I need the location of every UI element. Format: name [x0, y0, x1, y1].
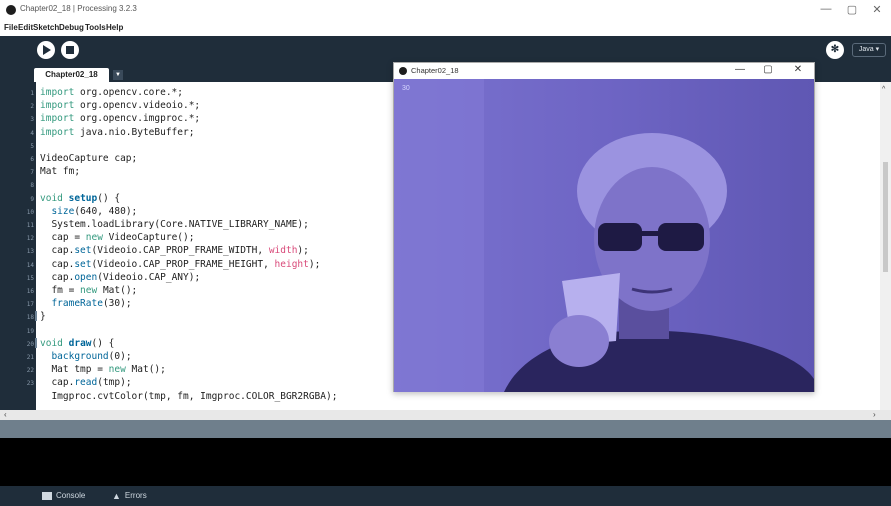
fold-marker: [35, 311, 37, 322]
line-number: 6: [30, 156, 34, 163]
maximize-button[interactable]: ▢: [842, 3, 862, 16]
line-number: 11: [26, 222, 34, 229]
code-line[interactable]: System.loadLibrary(Core.NATIVE_LIBRARY_N…: [40, 219, 308, 230]
line-number: 16: [26, 288, 34, 295]
fold-marker: [35, 337, 37, 348]
menu-edit[interactable]: Edit: [18, 23, 33, 32]
line-number: 13: [26, 248, 34, 256]
sketch-minimize-button[interactable]: —: [732, 64, 748, 75]
menu-tools[interactable]: Tools: [85, 23, 106, 32]
line-number: 14: [26, 261, 34, 269]
code-line[interactable]: cap.open(Videoio.CAP_ANY);: [40, 272, 200, 283]
line-number: 7: [30, 169, 34, 177]
run-button[interactable]: [37, 41, 55, 59]
code-line[interactable]: void setup() {: [40, 193, 120, 204]
line-number: 5: [30, 142, 34, 150]
line-gutter: 1 2 3 4 5 6 7 8 9 10 11 12 13 14 15 16 17 18 19 20 21 22 23: [0, 82, 36, 410]
code-line[interactable]: Mat tmp = new Mat();: [40, 364, 165, 375]
code-line[interactable]: cap.read(tmp);: [40, 377, 131, 388]
code-line[interactable]: frameRate(30);: [40, 298, 131, 309]
scroll-thumb[interactable]: [883, 162, 888, 272]
debug-button[interactable]: ✻: [826, 41, 844, 59]
line-number: 22: [26, 367, 34, 375]
scroll-right-icon[interactable]: ›: [873, 410, 876, 419]
code-line[interactable]: VideoCapture cap;: [40, 153, 137, 164]
line-number: 10: [26, 208, 34, 216]
code-line[interactable]: background(0);: [40, 351, 131, 362]
console-tab[interactable]: Console: [42, 491, 85, 500]
fps-counter: 30: [402, 85, 410, 92]
sketch-window-title: Chapter02_18: [411, 66, 459, 75]
line-number: 2: [30, 103, 34, 111]
mode-selector[interactable]: Java ▾: [852, 43, 886, 57]
processing-app-icon: [6, 5, 16, 15]
line-number: 9: [30, 195, 34, 203]
code-line[interactable]: import org.opencv.imgproc.*;: [40, 113, 200, 124]
menu-bar: File Edit Sketch Debug Tools Help: [0, 22, 891, 36]
processing-app-icon: [399, 67, 407, 75]
minimize-button[interactable]: —: [816, 3, 836, 15]
menu-help[interactable]: Help: [106, 23, 123, 32]
scroll-up-icon[interactable]: ^: [882, 86, 885, 93]
close-button[interactable]: ✕: [867, 3, 887, 16]
code-line[interactable]: import org.opencv.core.*;: [40, 87, 183, 98]
code-line[interactable]: import java.nio.ByteBuffer;: [40, 127, 194, 138]
webcam-canvas: 30: [394, 79, 814, 392]
menu-sketch[interactable]: Sketch: [33, 23, 59, 32]
footer-bar: Console ▲ Errors: [0, 486, 891, 506]
line-number: 1: [30, 90, 34, 97]
line-number: 23: [26, 380, 34, 388]
message-bar: [0, 420, 891, 438]
toolbar: ✻ Java ▾: [0, 36, 891, 64]
code-line[interactable]: fm = new Mat();: [40, 285, 137, 296]
stop-button[interactable]: [61, 41, 79, 59]
warning-icon: ▲: [112, 491, 121, 501]
title-bar: Chapter02_18 | Processing 3.2.3 — ▢ ✕: [0, 0, 891, 22]
line-number: 19: [26, 327, 34, 335]
sketch-close-button[interactable]: ✕: [790, 64, 806, 75]
code-line[interactable]: Mat fm;: [40, 166, 80, 177]
code-line[interactable]: cap = new VideoCapture();: [40, 232, 194, 243]
code-line[interactable]: size(640, 480);: [40, 206, 137, 217]
window-title: Chapter02_18 | Processing 3.2.3: [20, 4, 137, 13]
code-line[interactable]: cap.set(Videoio.CAP_PROP_FRAME_HEIGHT, h…: [40, 259, 320, 270]
errors-tab[interactable]: ▲ Errors: [112, 491, 147, 501]
sketch-title-bar: Chapter02_18 — ▢ ✕: [394, 63, 814, 79]
line-number: 8: [30, 182, 34, 190]
line-number: 21: [26, 354, 34, 361]
vertical-scrollbar[interactable]: ^: [880, 82, 891, 410]
menu-file[interactable]: File: [4, 23, 18, 32]
line-number: 15: [26, 274, 34, 282]
webcam-frame-image: [394, 79, 814, 392]
sketch-maximize-button[interactable]: ▢: [760, 64, 776, 75]
line-number: 18: [26, 314, 34, 322]
code-line[interactable]: cap.set(Videoio.CAP_PROP_FRAME_WIDTH, wi…: [40, 245, 308, 256]
sketch-window[interactable]: Chapter02_18 — ▢ ✕ 30: [393, 62, 815, 392]
horizontal-scrollbar[interactable]: ‹ ›: [0, 410, 891, 420]
console-output[interactable]: [0, 438, 891, 486]
code-line[interactable]: import org.opencv.videoio.*;: [40, 100, 200, 111]
line-number: 3: [30, 116, 34, 124]
tab-chapter02-18[interactable]: Chapter02_18: [34, 68, 109, 82]
code-line[interactable]: }: [40, 311, 46, 322]
line-number: 4: [30, 129, 34, 137]
code-line[interactable]: Imgproc.cvtColor(tmp, fm, Imgproc.COLOR_…: [40, 391, 337, 402]
scroll-left-icon[interactable]: ‹: [4, 410, 7, 419]
line-number: 12: [26, 235, 34, 243]
menu-debug[interactable]: Debug: [59, 23, 84, 32]
line-number: 17: [26, 301, 34, 309]
line-number: 20: [26, 340, 34, 348]
code-line[interactable]: void draw() {: [40, 338, 114, 349]
console-icon: [42, 491, 52, 500]
tab-menu-arrow-icon[interactable]: ▼: [113, 70, 123, 80]
